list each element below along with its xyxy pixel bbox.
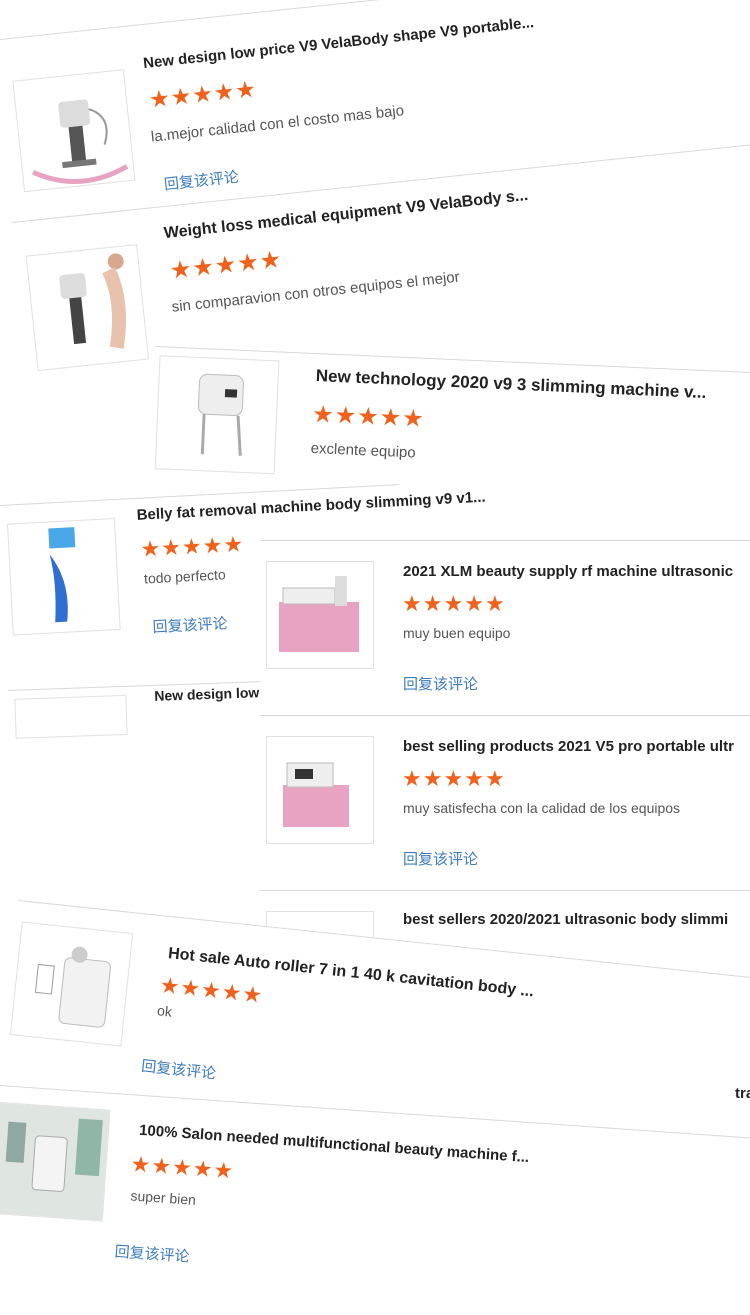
- star-icon: ★: [401, 404, 426, 433]
- review-comment: ok: [156, 1002, 173, 1020]
- star-icon: ★: [158, 972, 182, 1000]
- product-thumbnail[interactable]: [266, 736, 374, 844]
- star-icon: ★: [222, 531, 245, 558]
- product-thumbnail[interactable]: [0, 1101, 111, 1222]
- review-title[interactable]: New technology 2020 v9 3 slimming machin…: [315, 366, 706, 403]
- star-icon: ★: [241, 981, 265, 1009]
- star-icon: ★: [199, 976, 224, 1004]
- star-icon: ★: [334, 401, 358, 430]
- review-list-panel: 2021 XLM beauty supply rf machine ultras…: [260, 540, 750, 951]
- product-thumbnail[interactable]: [9, 921, 134, 1047]
- star-icon: ★: [179, 974, 203, 1002]
- star-icon: ★: [484, 766, 506, 791]
- star-icon: ★: [379, 403, 403, 432]
- rating-stars: ★★★★★: [312, 400, 426, 434]
- star-icon: ★: [168, 255, 194, 285]
- star-icon: ★: [220, 978, 244, 1006]
- star-icon: ★: [422, 766, 444, 791]
- star-icon: ★: [233, 75, 259, 104]
- review-card: best selling products 2021 V5 pro portab…: [260, 715, 750, 891]
- star-icon: ★: [160, 534, 183, 561]
- star-icon: ★: [311, 400, 336, 429]
- star-icon: ★: [212, 1157, 236, 1184]
- review-comment: todo perfecto: [143, 566, 227, 587]
- reply-link[interactable]: 回复该评论: [403, 673, 478, 694]
- star-icon: ★: [464, 591, 485, 616]
- review-title[interactable]: best sellers 2020/2021 ultrasonic body s…: [403, 911, 728, 928]
- star-icon: ★: [169, 82, 194, 111]
- rating-stars: ★★★★★: [168, 245, 284, 286]
- review-card: 2021 XLM beauty supply rf machine ultras…: [260, 540, 750, 716]
- review-comment: muy buen equipo: [403, 625, 511, 641]
- rating-stars: ★★★★★: [148, 75, 258, 113]
- star-icon: ★: [258, 246, 284, 276]
- rating-stars: ★★★★★: [402, 766, 506, 792]
- rating-stars: ★★★★★: [140, 531, 245, 562]
- review-title[interactable]: New design low: [154, 684, 260, 704]
- product-thumbnail[interactable]: [6, 518, 121, 636]
- rating-stars: ★★★★★: [130, 1151, 235, 1184]
- review-title[interactable]: Weight loss medical equipment V9 VelaBod…: [163, 187, 529, 243]
- reply-link[interactable]: 回复该评论: [163, 166, 240, 195]
- star-icon: ★: [212, 77, 237, 106]
- rating-stars: ★★★★★: [159, 972, 265, 1009]
- reply-link[interactable]: 回复该评论: [140, 1055, 217, 1084]
- star-icon: ★: [464, 766, 485, 791]
- review-card: New technology 2020 v9 3 slimming machin…: [148, 346, 750, 514]
- reply-link[interactable]: 回复该评论: [152, 612, 228, 637]
- product-thumbnail[interactable]: [25, 244, 150, 372]
- star-icon: ★: [201, 532, 224, 559]
- review-title[interactable]: best selling products 2021 V5 pro portab…: [403, 738, 734, 755]
- review-comment: muy satisfecha con la calidad de los equ…: [403, 800, 681, 816]
- review-title[interactable]: tra: [735, 1085, 750, 1102]
- star-icon: ★: [150, 1152, 174, 1180]
- reply-link[interactable]: 回复该评论: [403, 848, 478, 869]
- star-icon: ★: [147, 84, 172, 113]
- review-title[interactable]: Belly fat removal machine body slimming …: [136, 489, 486, 524]
- star-icon: ★: [422, 591, 444, 616]
- reply-link[interactable]: 回复该评论: [114, 1240, 190, 1266]
- product-thumbnail[interactable]: [266, 561, 374, 669]
- review-comment: exclente equipo: [310, 439, 417, 462]
- star-icon: ★: [171, 1154, 194, 1181]
- star-icon: ★: [402, 591, 423, 616]
- star-icon: ★: [356, 402, 381, 431]
- review-card: New design low: [8, 680, 270, 751]
- star-icon: ★: [190, 253, 217, 283]
- review-title[interactable]: New design low price V9 VelaBody shape V…: [142, 14, 534, 72]
- star-icon: ★: [181, 533, 204, 560]
- star-icon: ★: [484, 591, 506, 616]
- review-title[interactable]: 2021 XLM beauty supply rf machine ultras…: [403, 563, 733, 580]
- star-icon: ★: [235, 248, 261, 278]
- review-comment: super bien: [130, 1187, 197, 1208]
- star-icon: ★: [139, 535, 162, 562]
- rating-stars: ★★★★★: [402, 591, 506, 617]
- star-icon: ★: [213, 250, 239, 280]
- star-icon: ★: [443, 766, 465, 791]
- star-icon: ★: [443, 591, 465, 616]
- star-icon: ★: [192, 1155, 215, 1183]
- product-thumbnail[interactable]: [12, 69, 136, 193]
- product-thumbnail[interactable]: [154, 355, 280, 475]
- star-icon: ★: [190, 79, 215, 109]
- product-thumbnail[interactable]: [14, 694, 128, 739]
- star-icon: ★: [129, 1151, 153, 1178]
- star-icon: ★: [402, 766, 423, 791]
